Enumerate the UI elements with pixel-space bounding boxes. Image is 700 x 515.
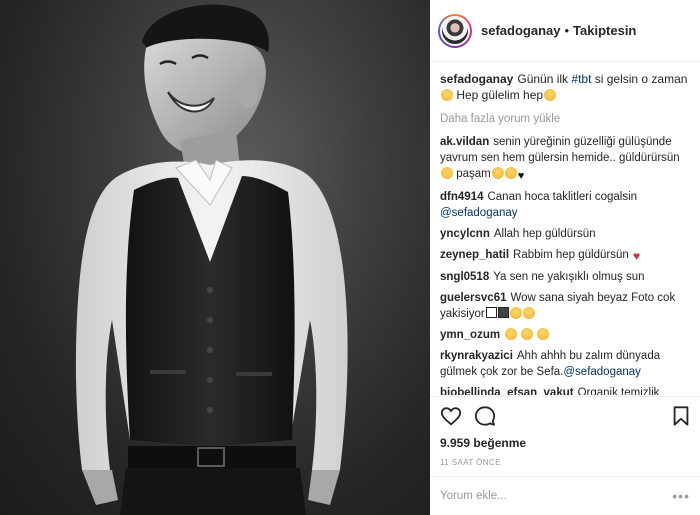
post-timestamp[interactable]: 11 SAAT ÖNCE bbox=[440, 458, 501, 467]
comment-bubble-icon[interactable] bbox=[474, 405, 496, 427]
comment-username[interactable]: yncylcnn bbox=[440, 228, 490, 240]
comment-username[interactable]: zeynep_hatil bbox=[440, 249, 509, 261]
caption-text-3: Hep gülelim hep bbox=[453, 88, 544, 102]
comment-mention[interactable]: @sefadoganay bbox=[563, 366, 641, 378]
comment-username[interactable]: ak.vildan bbox=[440, 136, 489, 148]
comment-item: zeynep_hatil Rabbim hep güldürsün ♥ bbox=[440, 247, 690, 264]
avatar-image bbox=[440, 15, 470, 46]
like-count-label: beğenme bbox=[473, 436, 527, 450]
ok-hand-emoji-icon bbox=[509, 307, 522, 319]
bookmark-icon[interactable] bbox=[670, 405, 692, 427]
comment-item: rkynrakyazici Ahh ahhh bu zalım dünyada g… bbox=[440, 348, 690, 380]
laughing-emoji-icon bbox=[441, 89, 453, 101]
comment-item: guelersvc61 Wow sana siyah beyaz Foto cok… bbox=[440, 290, 690, 322]
like-count[interactable]: 9.959 beğenme bbox=[440, 436, 526, 450]
header-separator: • bbox=[564, 23, 570, 38]
comment-username[interactable]: biobellinda_efsan_vakut bbox=[440, 387, 574, 395]
comment-item: sngl0518 Ya sen ne yakışıklı olmuş sun bbox=[440, 269, 690, 285]
caption-hashtag[interactable]: #tbt bbox=[571, 72, 591, 86]
comment-mention[interactable]: @sefadoganay bbox=[440, 207, 518, 219]
black-square-icon bbox=[497, 307, 509, 318]
post-sidebar: sefadoganay • Takiptesin sefadoganay Günü… bbox=[430, 0, 700, 515]
comment-username[interactable]: sngl0518 bbox=[440, 271, 489, 283]
more-dots-icon[interactable]: ••• bbox=[672, 488, 690, 504]
post-header: sefadoganay • Takiptesin bbox=[430, 0, 700, 62]
comment-item: ak.vildan senin yüreğinin güzelliği gülüş… bbox=[440, 134, 690, 184]
red-heart-icon: ♥ bbox=[632, 249, 641, 263]
white-square-icon bbox=[485, 307, 497, 318]
load-more-comments[interactable]: Daha fazla yorum yükle bbox=[440, 113, 690, 125]
comment-input[interactable] bbox=[440, 490, 670, 502]
caption-text-2: si gelsin o zaman bbox=[591, 72, 688, 86]
heart-eyes-emoji-icon bbox=[491, 167, 504, 179]
comment-item: dfn4914 Canan hoca taklitleri cogalsin @s… bbox=[440, 189, 690, 221]
comment-item: yncylcnn Allah hep güldürsün bbox=[440, 226, 690, 242]
caption-text-1: Günün ilk bbox=[517, 72, 572, 86]
comment-username[interactable]: ymn_ozum bbox=[440, 329, 500, 341]
header-username[interactable]: sefadoganay bbox=[481, 23, 560, 38]
comment-username[interactable]: rkynrakyazici bbox=[440, 350, 513, 362]
hugging-emoji-icon bbox=[544, 89, 557, 101]
user-avatar[interactable] bbox=[438, 13, 472, 48]
comment-text: Organik temizlik bbox=[577, 387, 660, 395]
post-photo-illustration bbox=[75, 4, 348, 515]
grin-emoji-icon bbox=[537, 328, 550, 340]
comment-text-2: paşam bbox=[453, 168, 491, 180]
follow-status[interactable]: Takiptesin bbox=[573, 23, 636, 38]
comment-text: Canan hoca taklitleri cogalsin bbox=[487, 191, 638, 203]
comment-text: Ya sen ne yakışıklı olmuş sun bbox=[493, 271, 645, 283]
post-actions bbox=[430, 396, 700, 432]
caption-username[interactable]: sefadoganay bbox=[440, 72, 513, 86]
like-count-value: 9.959 bbox=[440, 436, 471, 450]
comment-username[interactable]: dfn4914 bbox=[440, 191, 483, 203]
comment-item: biobellinda_efsan_vakut Organik temizlik bbox=[440, 385, 690, 395]
smile-emoji-icon bbox=[441, 167, 453, 179]
grin-emoji-icon bbox=[521, 328, 534, 340]
comments-list[interactable]: sefadoganay Günün ilk #tbt si gelsin o za… bbox=[430, 63, 700, 395]
comment-username[interactable]: guelersvc61 bbox=[440, 292, 507, 304]
post-caption: sefadoganay Günün ilk #tbt si gelsin o za… bbox=[440, 71, 690, 103]
heart-icon[interactable] bbox=[440, 405, 462, 427]
comment-item: ymn_ozum bbox=[440, 327, 690, 343]
add-comment-bar: ••• bbox=[430, 476, 700, 515]
kiss-emoji-icon bbox=[504, 167, 517, 179]
comment-text: Rabbim hep güldürsün bbox=[513, 249, 629, 261]
black-heart-icon: ♥ bbox=[517, 170, 525, 182]
post-photo[interactable] bbox=[0, 0, 430, 515]
comment-text: Allah hep güldürsün bbox=[493, 228, 596, 240]
smile-emoji-icon bbox=[522, 307, 535, 319]
grin-emoji-icon bbox=[505, 328, 518, 340]
